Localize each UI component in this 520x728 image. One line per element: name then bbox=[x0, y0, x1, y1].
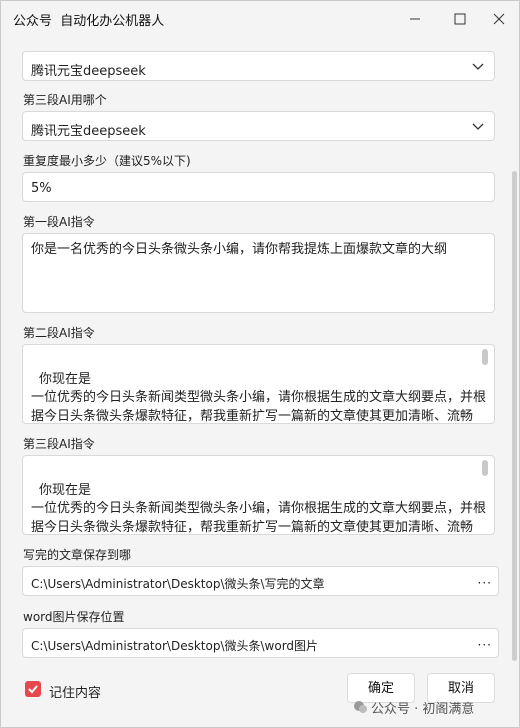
save-path-value: C:\Users\Administrator\Desktop\微头条\写完的文章 bbox=[31, 577, 325, 591]
prompt3-line: 你现在是 bbox=[39, 483, 92, 498]
prompt1-textarea[interactable]: 你是一名优秀的今日头条微头条小编，请你帮我提炼上面爆款文章的大纲 bbox=[22, 233, 495, 313]
dup-input[interactable]: 5% bbox=[22, 172, 495, 202]
title-bar: 公众号 自动化办公机器人 bbox=[1, 1, 519, 37]
app-window: 公众号 自动化办公机器人 腾讯元宝deepseek 第三段AI用哪个 腾讯元宝d… bbox=[0, 0, 520, 728]
third-ai-select[interactable]: 腾讯元宝deepseek bbox=[22, 111, 495, 141]
watermark: 公众号 · 初阁满意 bbox=[371, 702, 475, 717]
maximize-button[interactable] bbox=[450, 9, 470, 29]
save-path-input[interactable]: C:\Users\Administrator\Desktop\微头条\写完的文章… bbox=[22, 566, 499, 596]
select-value: 腾讯元宝deepseek bbox=[31, 124, 146, 139]
prompt3-line: 一位优秀的今日头条新闻类型微头条小编，请你根据生成的文章大纲要点，并根 bbox=[31, 501, 487, 516]
prompt2-line: 一位优秀的今日头条新闻类型微头条小编，请你根据生成的文章大纲要点，并根 bbox=[31, 390, 487, 405]
minimize-button[interactable] bbox=[405, 9, 425, 29]
prompt2-line: 你现在是 bbox=[39, 372, 92, 387]
save-label: 写完的文章保存到哪 bbox=[23, 548, 132, 562]
browse-button[interactable]: ··· bbox=[478, 576, 492, 590]
wechat-icon bbox=[354, 701, 367, 713]
prompt3-textarea[interactable]: 你现在是 一位优秀的今日头条新闻类型微头条小编，请你根据生成的文章大纲要点，并根… bbox=[22, 455, 495, 535]
third-ai-label: 第三段AI用哪个 bbox=[23, 93, 107, 107]
minimize-icon bbox=[410, 18, 420, 20]
img-path-input[interactable]: C:\Users\Administrator\Desktop\微头条\word图… bbox=[22, 628, 499, 658]
prompt3-label: 第三段AI指令 bbox=[23, 437, 95, 451]
dup-label: 重复度最小多少（建议5%以下) bbox=[23, 154, 191, 168]
check-icon bbox=[28, 685, 38, 694]
prompt1-text: 你是一名优秀的今日头条微头条小编，请你帮我提炼上面爆款文章的大纲 bbox=[31, 242, 448, 257]
close-icon bbox=[493, 13, 505, 25]
textarea-scrollbar[interactable] bbox=[482, 349, 488, 365]
main-scrollbar[interactable] bbox=[512, 171, 517, 661]
prompt3-line: 据今日头条微头条爆款特征，帮我重新扩写一篇新的文章使其更加清晰、流畅 bbox=[31, 520, 474, 535]
select-value: 腾讯元宝deepseek bbox=[31, 64, 146, 79]
img-path-value: C:\Users\Administrator\Desktop\微头条\word图… bbox=[31, 639, 319, 653]
browse-button[interactable]: ··· bbox=[478, 638, 492, 652]
second-ai-select[interactable]: 腾讯元宝deepseek bbox=[22, 51, 495, 81]
prompt2-line: 据今日头条微头条爆款特征，帮我重新扩写一篇新的文章使其更加清晰、流畅 bbox=[31, 409, 474, 424]
chevron-down-icon bbox=[472, 123, 484, 130]
remember-label[interactable]: 记住内容 bbox=[49, 682, 101, 701]
prompt2-textarea[interactable]: 你现在是 一位优秀的今日头条新闻类型微头条小编，请你根据生成的文章大纲要点，并根… bbox=[22, 344, 495, 424]
chevron-down-icon bbox=[472, 63, 484, 70]
window-title: 公众号 自动化办公机器人 bbox=[13, 14, 165, 29]
prompt1-label: 第一段AI指令 bbox=[23, 215, 95, 229]
img-label: word图片保存位置 bbox=[23, 610, 125, 624]
close-button[interactable] bbox=[489, 9, 509, 29]
remember-checkbox[interactable] bbox=[25, 681, 41, 697]
dup-value: 5% bbox=[31, 181, 52, 196]
prompt2-label: 第二段AI指令 bbox=[23, 326, 95, 340]
textarea-scrollbar[interactable] bbox=[482, 460, 488, 476]
maximize-icon bbox=[454, 13, 466, 25]
